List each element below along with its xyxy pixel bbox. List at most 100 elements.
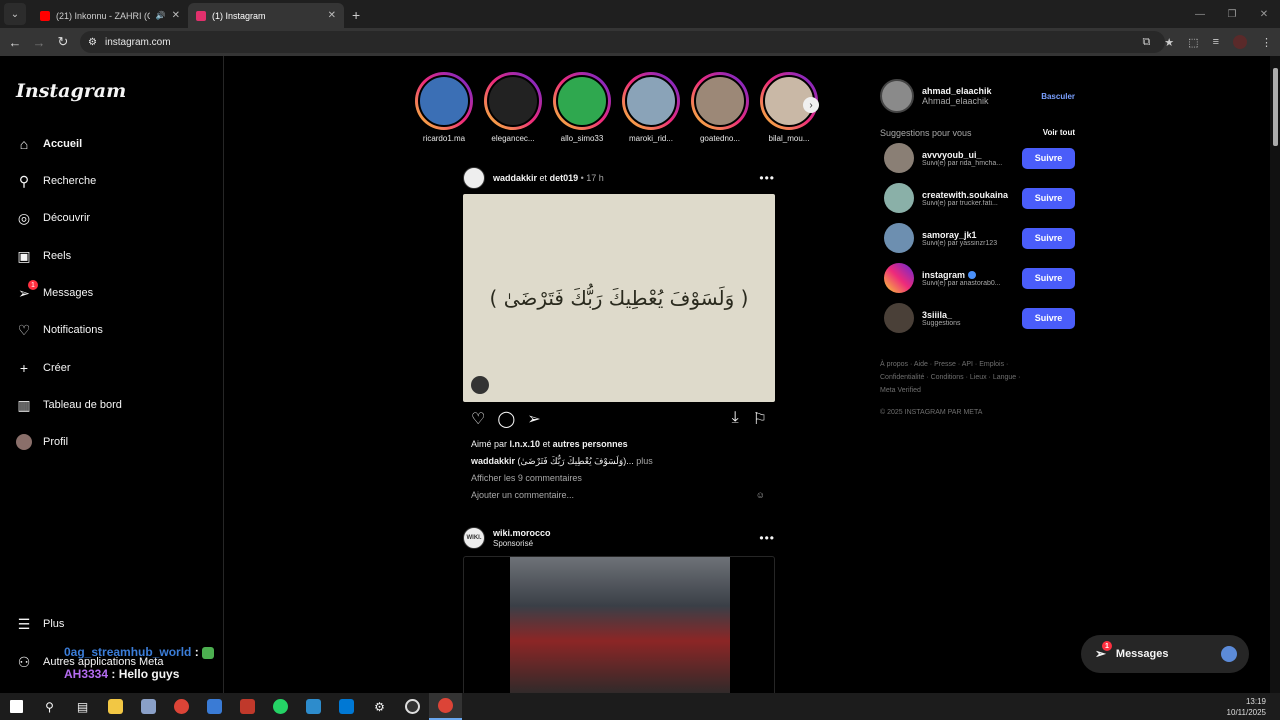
sidebar-item-search[interactable]: ⚲ Recherche — [16, 173, 96, 189]
speaker-icon[interactable]: 🔊 — [156, 11, 166, 20]
follow-button[interactable]: Suivre — [1022, 187, 1075, 209]
messages-floating-button[interactable]: ➢ 1 Messages — [1081, 635, 1249, 673]
tab-instagram[interactable]: (1) Instagram ✕ — [188, 3, 344, 28]
liked-by-others[interactable]: autres personnes — [553, 439, 628, 449]
story-item[interactable]: allo_simo33 — [552, 72, 612, 143]
sidebar-item-notifications[interactable]: ♡ Notifications — [16, 322, 103, 338]
suggestion-username[interactable]: instagram — [922, 270, 1014, 280]
post-video[interactable] — [463, 556, 775, 693]
story-item[interactable]: goatedno... — [690, 72, 750, 143]
calculator-icon[interactable] — [132, 693, 165, 720]
sidebar-item-create[interactable]: + Créer — [16, 360, 71, 376]
scrollbar-thumb[interactable] — [1273, 68, 1278, 146]
windows-start-icon[interactable] — [0, 693, 33, 720]
instagram-logo-icon[interactable] — [884, 263, 914, 293]
suggestion-avatar[interactable] — [884, 143, 914, 173]
post-avatar[interactable] — [463, 167, 485, 189]
comment-icon[interactable]: ◯ — [497, 409, 515, 429]
suggestion-avatar[interactable] — [884, 183, 914, 213]
share-icon[interactable]: ➢ — [527, 409, 540, 429]
footer-links-row[interactable]: Confidentialité · Conditions · Lieux · L… — [880, 371, 1075, 384]
post-username[interactable]: wiki.morocco — [493, 528, 551, 538]
post-username[interactable]: waddakkir — [493, 173, 537, 183]
more-link[interactable]: plus — [636, 456, 653, 466]
sidebar-item-reels[interactable]: ▣ Reels — [16, 248, 71, 264]
minimize-icon[interactable]: — — [1184, 0, 1216, 28]
more-options-icon[interactable]: ••• — [759, 531, 775, 545]
task-view-icon[interactable]: ▤ — [66, 693, 99, 720]
search-icon[interactable]: ⚲ — [33, 693, 66, 720]
tagged-user-icon[interactable] — [471, 376, 489, 394]
back-icon[interactable]: ← — [3, 35, 27, 50]
sidebar-item-explore[interactable]: ◎ Découvrir — [16, 210, 90, 226]
more-options-icon[interactable]: ••• — [759, 171, 775, 185]
suggestion-avatar[interactable] — [884, 303, 914, 333]
footer-links-row[interactable]: À propos · Aide · Presse · API · Emplois… — [880, 358, 1075, 371]
tab-youtube[interactable]: (21) Inkonnu - ZAHRI (OFFI 🔊 ✕ — [32, 3, 188, 28]
caption-username[interactable]: waddakkir — [471, 456, 515, 466]
add-comment-input[interactable]: Ajouter un commentaire... ☺ — [463, 487, 775, 504]
media-icon[interactable]: ≡ — [1213, 36, 1219, 48]
bookmark-star-icon[interactable]: ★ — [1164, 36, 1174, 49]
follow-button[interactable]: Suivre — [1022, 227, 1075, 249]
obs-icon[interactable] — [396, 693, 429, 720]
switch-account-link[interactable]: Basculer — [1041, 92, 1075, 101]
settings-icon[interactable]: ⚙ — [363, 693, 396, 720]
suggestion-username[interactable]: 3siiila_ — [922, 310, 1014, 320]
footer-links-row[interactable]: Meta Verified — [880, 384, 1075, 397]
emoji-icon[interactable]: ☺ — [756, 487, 765, 504]
new-tab-button[interactable]: + — [352, 7, 360, 23]
url-field[interactable]: ⚙ instagram.com — [80, 31, 1165, 53]
vscode-icon[interactable] — [330, 693, 363, 720]
app-icon[interactable] — [231, 693, 264, 720]
story-item[interactable]: elegancec... — [483, 72, 543, 143]
browser-menu-icon[interactable]: ⋮ — [1261, 36, 1272, 49]
remote-desktop-icon[interactable] — [198, 693, 231, 720]
install-app-icon[interactable]: ⧉ — [1142, 36, 1150, 49]
post-username[interactable]: det019 — [550, 173, 579, 183]
instagram-logo[interactable]: Instagram — [16, 80, 126, 102]
close-tab-icon[interactable]: ✕ — [172, 10, 180, 21]
site-info-icon[interactable]: ⚙ — [88, 37, 97, 48]
sidebar-item-profile[interactable]: Profil — [16, 434, 68, 450]
page-scrollbar[interactable] — [1270, 56, 1280, 693]
suggestion-username[interactable]: samoray_jk1 — [922, 230, 1014, 240]
post-avatar[interactable]: WIKI. — [463, 527, 485, 549]
suggestion-username[interactable]: avvvyoub_ui_ — [922, 150, 1014, 160]
post-image[interactable]: ( وَلَسَوْفَ يُعْطِيكَ رَبُّكَ فَتَرْضَى… — [463, 194, 775, 402]
whatsapp-icon[interactable] — [264, 693, 297, 720]
suggestion-username[interactable]: createwith.soukaina — [922, 190, 1014, 200]
paint-icon[interactable] — [297, 693, 330, 720]
sidebar-item-more[interactable]: ☰ Plus — [16, 616, 65, 632]
file-explorer-icon[interactable] — [99, 693, 132, 720]
reload-icon[interactable]: ↻ — [51, 34, 75, 50]
current-username[interactable]: ahmad_elaachik — [922, 86, 992, 96]
follow-button[interactable]: Suivre — [1022, 267, 1075, 289]
current-user-avatar[interactable] — [880, 79, 914, 113]
forward-icon[interactable]: → — [27, 35, 51, 50]
close-tab-icon[interactable]: ✕ — [328, 10, 336, 21]
chrome-icon[interactable] — [165, 693, 198, 720]
follow-button[interactable]: Suivre — [1022, 307, 1075, 329]
extensions-icon[interactable]: ⬚ — [1188, 36, 1198, 49]
story-item[interactable]: maroki_rid... — [621, 72, 681, 143]
like-icon[interactable]: ♡ — [471, 409, 485, 429]
tab-search-button[interactable]: ⌄ — [4, 3, 26, 25]
sidebar-item-dashboard[interactable]: ▥ Tableau de bord — [16, 397, 122, 413]
suggestion-avatar[interactable] — [884, 223, 914, 253]
follow-button[interactable]: Suivre — [1022, 147, 1075, 169]
sidebar-item-messages[interactable]: ➢ 1 Messages — [16, 280, 93, 301]
story-item[interactable]: ricardo1.ma — [414, 72, 474, 143]
see-all-link[interactable]: Voir tout — [1043, 128, 1075, 138]
save-icon[interactable]: ⚐ — [753, 409, 767, 429]
browser-profile-avatar[interactable] — [1233, 35, 1247, 49]
stories-next-button[interactable]: › — [803, 97, 819, 113]
liked-by-user[interactable]: l.n.x.10 — [510, 439, 541, 449]
sidebar-item-home[interactable]: ⌂ Accueil — [16, 136, 82, 152]
view-comments-link[interactable]: Afficher les 9 commentaires — [463, 470, 775, 487]
download-icon[interactable]: ⤓ — [732, 409, 739, 429]
system-clock[interactable]: 13:19 10/11/2025 — [1227, 696, 1266, 718]
close-window-icon[interactable]: ✕ — [1248, 0, 1280, 28]
restore-icon[interactable]: ❐ — [1216, 0, 1248, 28]
chrome-active-icon[interactable] — [429, 693, 462, 720]
